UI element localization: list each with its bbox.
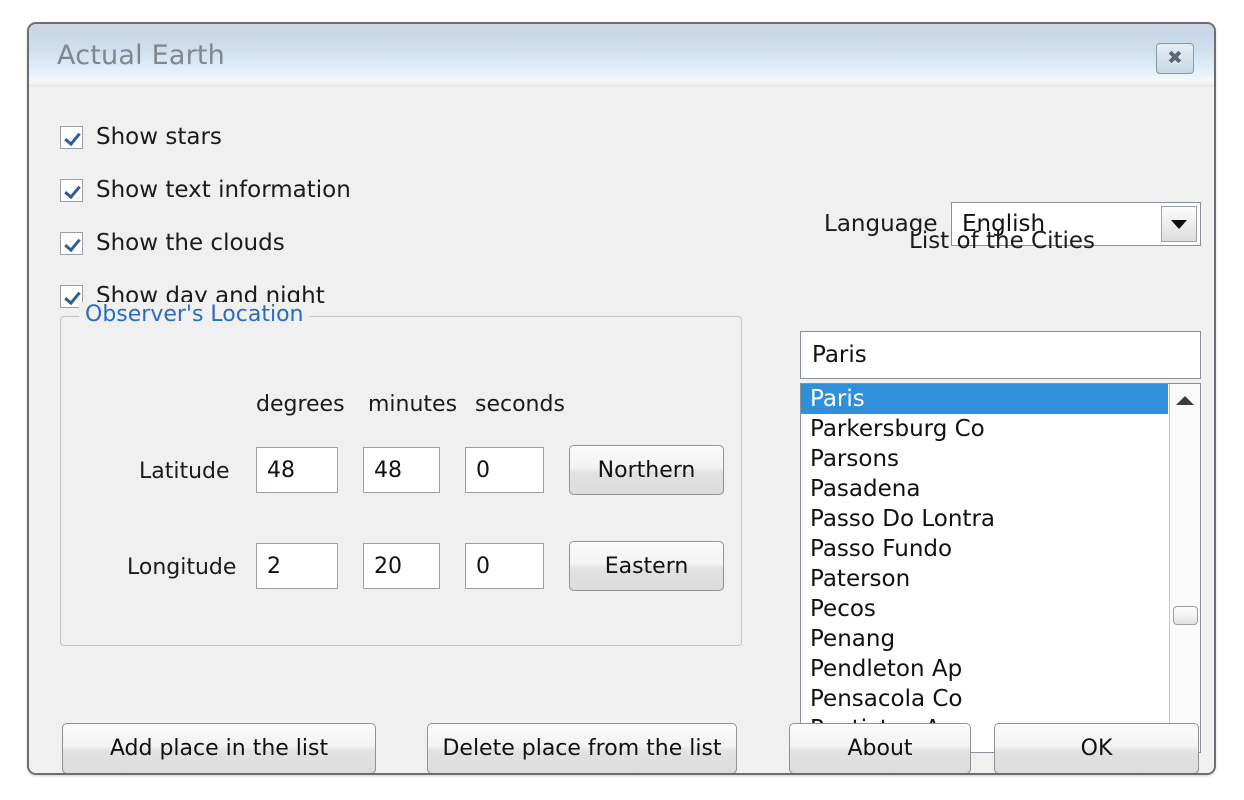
window-title: Actual Earth [57,40,225,71]
close-x-icon: ✖ [1167,47,1183,69]
longitude-minutes-input[interactable] [363,543,440,589]
ok-button[interactable]: OK [994,723,1199,773]
group-legend: Observer's Location [79,302,310,327]
latitude-degrees-input[interactable] [256,447,338,493]
checkbox-checked-icon [60,125,83,149]
list-item[interactable]: Parkersburg Co [801,414,1168,444]
cities-listbox[interactable]: Paris Parkersburg Co Parsons Pasadena Pa… [800,383,1201,753]
delete-place-button[interactable]: Delete place from the list [427,723,737,773]
list-item[interactable]: Paris [801,384,1168,414]
cities-list: Paris Parkersburg Co Parsons Pasadena Pa… [801,384,1168,752]
latitude-minutes-input[interactable] [363,447,440,493]
about-button[interactable]: About [789,723,971,773]
observers-location-group: Observer's Location degrees minutes seco… [60,302,742,646]
row-label-longitude: Longitude [127,555,237,580]
checkbox-checked-icon [60,231,83,255]
city-name-input[interactable] [800,331,1201,379]
latitude-hemisphere-button[interactable]: Northern [569,445,724,495]
list-item[interactable]: Parsons [801,444,1168,474]
scrollbar-thumb[interactable] [1173,606,1198,625]
chevron-down-icon[interactable] [1161,206,1197,242]
checkbox-show-text-information[interactable]: Show text information [60,177,351,203]
actual-earth-dialog: Actual Earth ✖ Show stars Show text info… [27,22,1216,775]
title-bar: Actual Earth ✖ [29,24,1214,86]
add-place-button[interactable]: Add place in the list [62,723,376,773]
longitude-hemisphere-button[interactable]: Eastern [569,541,724,591]
list-item[interactable]: Pendleton Ap [801,654,1168,684]
list-item[interactable]: Pasadena [801,474,1168,504]
list-item[interactable]: Pecos [801,594,1168,624]
column-header-seconds: seconds [475,392,565,417]
cities-heading: List of the Cities [909,228,1096,254]
list-item[interactable]: Passo Fundo [801,534,1168,564]
longitude-seconds-input[interactable] [465,543,544,589]
column-header-minutes: minutes [368,392,458,417]
list-item[interactable]: Penang [801,624,1168,654]
screenshot-root: Actual Earth ✖ Show stars Show text info… [0,0,1244,800]
row-label-latitude: Latitude [139,459,230,484]
list-item[interactable]: Passo Do Lontra [801,504,1168,534]
checkbox-label: Show text information [96,177,351,203]
checkbox-show-the-clouds[interactable]: Show the clouds [60,230,285,256]
list-item[interactable]: Pensacola Co [801,684,1168,714]
checkbox-show-stars[interactable]: Show stars [60,124,222,150]
dialog-body: Show stars Show text information Show th… [29,86,1214,773]
scroll-up-button[interactable] [1170,386,1200,414]
column-header-degrees: degrees [256,392,345,417]
checkbox-checked-icon [60,178,83,202]
latitude-seconds-input[interactable] [465,447,544,493]
checkbox-label: Show stars [96,124,222,150]
cities-scrollbar[interactable] [1169,384,1200,752]
checkbox-label: Show the clouds [96,230,285,256]
longitude-degrees-input[interactable] [256,543,338,589]
triangle-up-icon [1176,395,1194,405]
close-button[interactable]: ✖ [1156,43,1194,74]
list-item[interactable]: Paterson [801,564,1168,594]
